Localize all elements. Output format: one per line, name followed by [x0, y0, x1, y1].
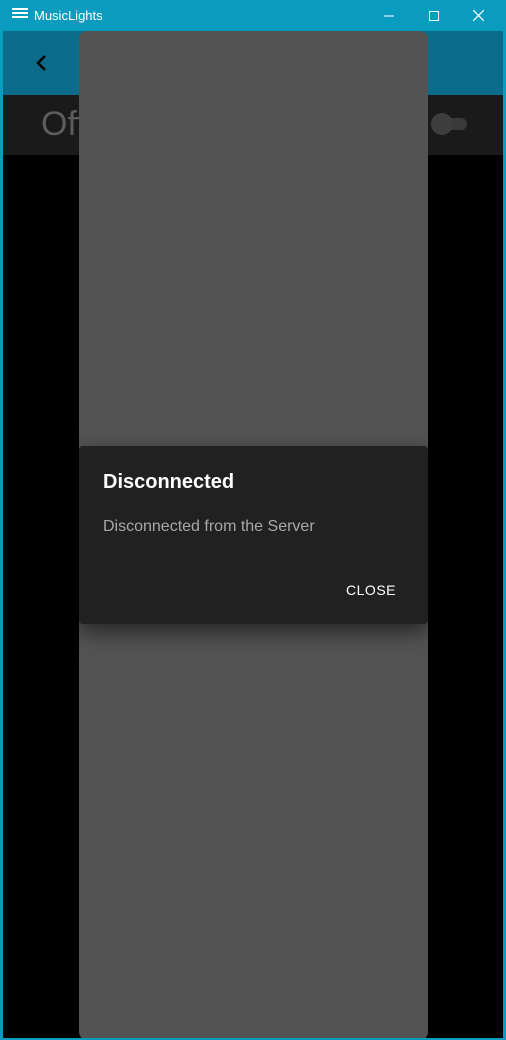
close-icon — [473, 10, 484, 21]
toggle-thumb — [431, 113, 453, 135]
app-logo-icon — [12, 8, 28, 22]
window-border-left — [0, 31, 3, 1040]
minimize-button[interactable] — [366, 0, 411, 31]
minimize-icon — [383, 15, 394, 16]
close-window-button[interactable] — [456, 0, 501, 31]
dialog-close-button[interactable]: CLOSE — [338, 576, 410, 604]
window-title: MusicLights — [34, 8, 103, 23]
dialog-title: Disconnected — [103, 471, 235, 493]
maximize-button[interactable] — [411, 0, 456, 31]
title-bar[interactable]: MusicLights — [0, 0, 506, 31]
dialog-message: Disconnected from the Server — [103, 518, 315, 535]
power-toggle[interactable] — [431, 113, 469, 135]
disconnected-dialog: Disconnected Disconnected from the Serve… — [79, 446, 428, 624]
app-window: MusicLights Off Disconnected Disconnecte… — [0, 0, 506, 1040]
chevron-left-icon — [36, 55, 46, 71]
maximize-icon — [428, 10, 439, 21]
back-button[interactable] — [31, 53, 53, 73]
